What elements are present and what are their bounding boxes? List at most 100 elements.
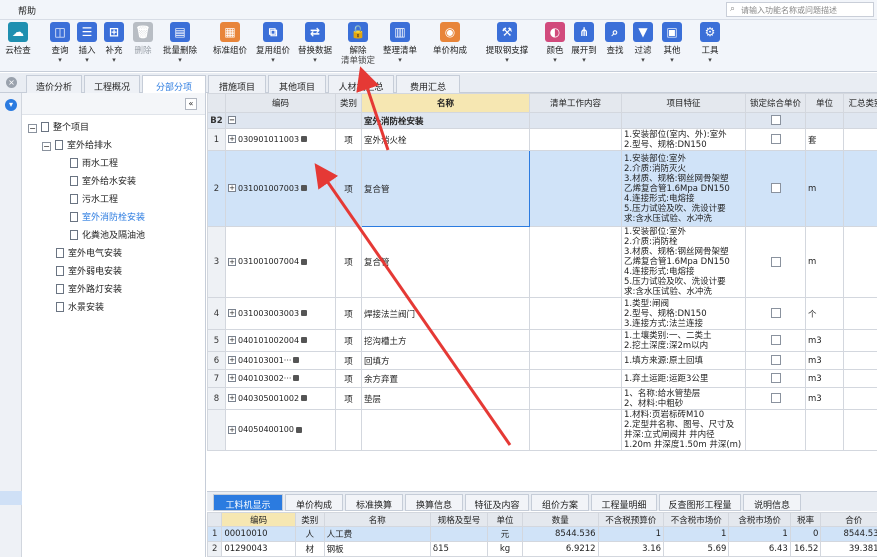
summary-cell[interactable] bbox=[843, 369, 877, 388]
work-content-cell[interactable] bbox=[529, 297, 622, 330]
name-cell[interactable]: 余方弃置 bbox=[361, 369, 530, 388]
header-market-price[interactable]: 不含税市场价 bbox=[663, 512, 730, 527]
unit-cell[interactable]: m3 bbox=[805, 387, 844, 410]
organize-list-button[interactable]: ▥ 整理清单 ▾ bbox=[380, 22, 420, 64]
cell-p2[interactable]: 5.69 bbox=[663, 541, 730, 557]
unit-cell[interactable]: 套 bbox=[805, 128, 844, 151]
header-unit[interactable]: 单位 bbox=[487, 512, 523, 527]
code-cell[interactable]: +031001007004 bbox=[225, 226, 336, 298]
code-cell[interactable]: +031001007003 bbox=[225, 150, 336, 227]
name-cell[interactable]: 回填方 bbox=[361, 351, 530, 370]
navigator-icon[interactable]: ▾ bbox=[5, 99, 17, 111]
cell-unit[interactable]: kg bbox=[487, 541, 523, 557]
tree-node-child-selected[interactable]: 室外消防栓安装 bbox=[70, 210, 145, 226]
header-spec[interactable]: 规格及型号 bbox=[429, 512, 489, 527]
type-cell[interactable]: 项 bbox=[335, 128, 362, 151]
header-type[interactable]: 类别 bbox=[294, 512, 325, 527]
cell-qty[interactable]: 8544.536 bbox=[521, 526, 599, 542]
expand-toggle-icon[interactable]: + bbox=[228, 309, 236, 317]
tab-other-items[interactable]: 其他项目 bbox=[268, 75, 326, 93]
find-button[interactable]: ⌕ 查找 bbox=[603, 22, 627, 56]
unit-cell[interactable]: 个 bbox=[805, 297, 844, 330]
lock-checkbox[interactable] bbox=[770, 355, 781, 366]
collapse-left-icon[interactable]: « bbox=[185, 98, 197, 110]
lock-checkbox[interactable] bbox=[770, 183, 781, 194]
expand-toggle-icon[interactable]: + bbox=[228, 425, 236, 434]
tab-notes[interactable]: 说明信息 bbox=[743, 494, 801, 511]
expand-toggle-icon[interactable]: + bbox=[228, 374, 236, 382]
name-cell[interactable]: 挖沟槽土方 bbox=[361, 329, 530, 352]
expand-to-button[interactable]: ⋔ 展开到 ▾ bbox=[569, 22, 599, 64]
type-cell[interactable]: 项 bbox=[335, 226, 362, 298]
lock-checkbox[interactable] bbox=[770, 373, 781, 384]
features-cell[interactable]: 1.弃土运距:运距3公里 bbox=[621, 369, 746, 388]
extract-steel-button[interactable]: ⚒ 提取钢支撑 ▾ bbox=[482, 22, 532, 64]
header-work-content[interactable]: 清单工作内容 bbox=[529, 93, 622, 113]
tab-unit-price-composition[interactable]: 单价构成 bbox=[285, 494, 343, 511]
work-content-cell[interactable] bbox=[529, 369, 622, 388]
cell-p3[interactable]: 1 bbox=[728, 526, 791, 542]
table-row[interactable]: 2 01290043 材钢板 δ15 kg 6.9212 3.16 5.69 6.43 16.52… bbox=[207, 541, 877, 557]
cell-code[interactable]: 00010010 bbox=[221, 526, 296, 542]
table-row[interactable]: 1 +030901011003 项室外消火栓 1.安装部位(室内、外):室外 2.型号… bbox=[207, 128, 877, 151]
close-icon[interactable]: × bbox=[6, 77, 17, 88]
lock-checkbox[interactable] bbox=[770, 308, 781, 319]
tab-sub-items[interactable]: 分部分项 bbox=[142, 75, 206, 93]
collapse-toggle-icon[interactable]: − bbox=[42, 142, 51, 151]
tab-features-content[interactable]: 特征及内容 bbox=[465, 494, 529, 511]
standard-pricing-button[interactable]: ▦ 标准组价 bbox=[210, 22, 250, 56]
type-cell[interactable] bbox=[335, 409, 362, 451]
supplement-button[interactable]: ⊞ 补充 ▾ bbox=[102, 22, 126, 64]
tree-node-sibling[interactable]: 室外电气安装 bbox=[56, 246, 122, 262]
summary-cell[interactable] bbox=[843, 297, 877, 330]
menu-help[interactable]: 帮助 bbox=[18, 4, 36, 17]
table-row-group[interactable]: B2 − 室外消防栓安装 bbox=[207, 112, 877, 129]
summary-cell[interactable] bbox=[843, 329, 877, 352]
features-cell[interactable]: 1、名称:给水管垫层 2、材料:中粗砂 bbox=[621, 387, 746, 410]
search-input[interactable]: ⌕ 请输入功能名称或问题描述 bbox=[726, 2, 874, 17]
unit-price-button[interactable]: ◉ 单价构成 bbox=[430, 22, 470, 56]
replace-data-button[interactable]: ⇄ 替换数据 ▾ bbox=[295, 22, 335, 64]
table-row[interactable]: 6 +040103001··· 项回填方 1.填方来源:原土回填 m3 bbox=[207, 351, 877, 370]
tab-pricing-scheme[interactable]: 组价方案 bbox=[531, 494, 589, 511]
header-name[interactable]: 名称 bbox=[361, 93, 530, 113]
header-features[interactable]: 项目特征 bbox=[621, 93, 746, 113]
expand-toggle-icon[interactable]: + bbox=[228, 257, 236, 266]
lock-checkbox[interactable] bbox=[770, 115, 781, 126]
tab-quantity-details[interactable]: 工程量明细 bbox=[591, 494, 657, 511]
tree-node-child[interactable]: 化粪池及隔油池 bbox=[70, 228, 145, 244]
delete-button[interactable]: 🗑 删除 bbox=[131, 22, 155, 56]
features-cell[interactable]: 1.安装部位:室外 2.介质:消防灭火 3.材质、规格:钢丝网骨架塑 乙烯复合管… bbox=[621, 150, 746, 227]
table-row[interactable]: 5 +040101002004 项挖沟槽土方 1.土壤类别:一、二类土 2.挖土深度:… bbox=[207, 329, 877, 352]
cell-unit[interactable]: 元 bbox=[487, 526, 523, 542]
tab-cost-analysis[interactable]: 造价分析 bbox=[26, 75, 82, 93]
features-cell[interactable]: 1.土壤类别:一、二类土 2.挖土深度:深2m以内 bbox=[621, 329, 746, 352]
unit-cell[interactable]: m3 bbox=[805, 369, 844, 388]
tab-measures[interactable]: 措施项目 bbox=[208, 75, 266, 93]
cell-type[interactable]: 材 bbox=[294, 541, 325, 557]
expand-toggle-icon[interactable]: + bbox=[228, 135, 236, 143]
expand-toggle-icon[interactable]: + bbox=[228, 356, 236, 364]
unlock-button[interactable]: 🔓 解除 清单锁定 bbox=[341, 22, 375, 66]
list-lock-label[interactable]: 清单锁定 bbox=[341, 56, 375, 66]
type-cell[interactable]: 项 bbox=[335, 329, 362, 352]
unit-cell[interactable] bbox=[805, 409, 844, 451]
tree-node-sibling[interactable]: 室外弱电安装 bbox=[56, 264, 122, 280]
collapse-toggle-icon[interactable]: − bbox=[228, 116, 236, 124]
cell-name[interactable]: 钢板 bbox=[323, 541, 431, 557]
type-cell[interactable]: 项 bbox=[335, 297, 362, 330]
unit-cell[interactable]: m bbox=[805, 226, 844, 298]
tab-project-overview[interactable]: 工程概况 bbox=[84, 75, 140, 93]
tree-node-root[interactable]: − 整个项目 bbox=[28, 120, 89, 136]
tree-node-sibling[interactable]: 室外路灯安装 bbox=[56, 282, 122, 298]
lock-checkbox[interactable] bbox=[770, 393, 781, 404]
features-cell[interactable]: 1.安装部位(室内、外):室外 2.型号、规格:DN150 bbox=[621, 128, 746, 151]
work-content-cell[interactable] bbox=[529, 351, 622, 370]
name-cell[interactable]: 垫层 bbox=[361, 387, 530, 410]
cell-tax[interactable]: 16.52 bbox=[789, 541, 822, 557]
work-content-cell[interactable] bbox=[529, 150, 622, 227]
header-tax-rate[interactable]: 税率 bbox=[789, 512, 822, 527]
summary-cell[interactable] bbox=[843, 387, 877, 410]
tab-cost-summary[interactable]: 费用汇总 bbox=[396, 75, 460, 93]
lock-checkbox[interactable] bbox=[770, 256, 781, 267]
